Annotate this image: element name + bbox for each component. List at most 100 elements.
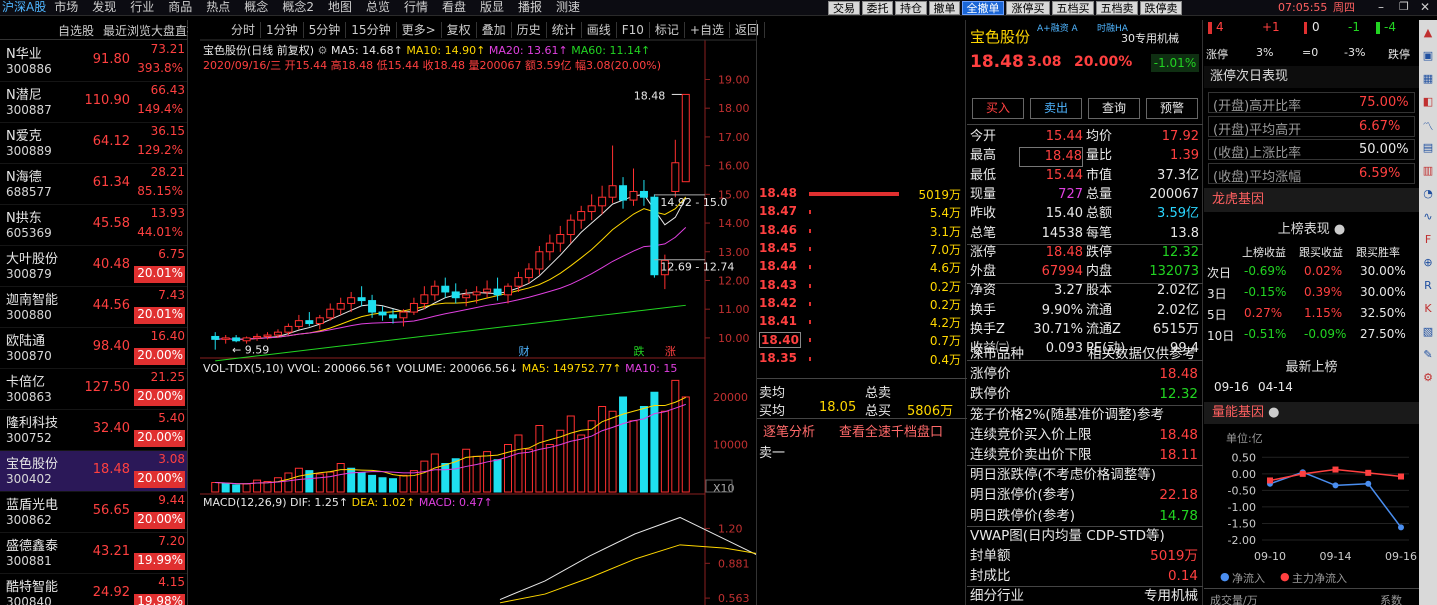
- candle-body[interactable]: [357, 297, 366, 302]
- restore-icon[interactable]: ❐: [1399, 0, 1409, 13]
- candle-body[interactable]: [545, 242, 554, 253]
- trade-button-4[interactable]: 全撤单: [962, 1, 1004, 15]
- trade-button-6[interactable]: 五档买: [1052, 1, 1094, 15]
- trade-button-7[interactable]: 五档卖: [1096, 1, 1138, 15]
- candle-body[interactable]: [399, 311, 408, 319]
- candle-body[interactable]: [284, 325, 293, 333]
- candle-body[interactable]: [305, 320, 314, 325]
- bell-icon[interactable]: ◔: [1420, 187, 1436, 205]
- menu-item-7[interactable]: 概念2: [282, 0, 314, 15]
- stock-row[interactable]: 迦南智能 300880 44.56 7.43 20.01%: [0, 287, 187, 328]
- candle-body[interactable]: [556, 234, 565, 244]
- layers-icon[interactable]: ▤: [1420, 141, 1436, 159]
- orderbook-row[interactable]: 18.48 5019万: [757, 184, 963, 202]
- stock-row[interactable]: 酷特智能 300840 24.92 4.15 19.98%: [0, 574, 187, 605]
- stock-row[interactable]: N海德 688577 61.34 28.21 85.15%: [0, 164, 187, 205]
- candle-body[interactable]: [420, 294, 429, 304]
- orderbook-row[interactable]: 18.42 0.2万: [757, 294, 963, 312]
- close-icon[interactable]: ✕: [1420, 0, 1430, 14]
- menu-item-5[interactable]: 热点: [206, 0, 230, 15]
- tick-analysis-tab[interactable]: 逐笔分析: [763, 421, 815, 440]
- window-icon[interactable]: ▣: [1420, 49, 1436, 67]
- candle-body[interactable]: [253, 335, 262, 339]
- stock-row[interactable]: 宝色股份 300402 18.48 3.08 20.00%: [0, 451, 187, 492]
- candle-body[interactable]: [242, 337, 251, 342]
- stock-row[interactable]: N拱东 605369 45.58 13.93 44.01%: [0, 205, 187, 246]
- candle-body[interactable]: [608, 185, 617, 198]
- menu-item-13[interactable]: 播报: [518, 0, 542, 15]
- candle-body[interactable]: [472, 291, 481, 296]
- chart-icon[interactable]: ◧: [1420, 95, 1436, 113]
- menu-item-3[interactable]: 行业: [130, 0, 154, 15]
- candle-body[interactable]: [336, 302, 345, 310]
- alert-button[interactable]: 预警: [1146, 98, 1198, 119]
- rsi-icon[interactable]: R: [1420, 279, 1436, 297]
- trade-button-5[interactable]: 涨停买: [1006, 1, 1050, 15]
- buy-button[interactable]: 买入: [972, 98, 1024, 119]
- orderbook-row[interactable]: 18.40 0.7万: [757, 330, 963, 349]
- trade-button-2[interactable]: 持仓: [895, 1, 927, 15]
- trade-button-8[interactable]: 跌停卖: [1140, 1, 1182, 15]
- sell-button[interactable]: 卖出: [1030, 98, 1082, 119]
- candle-body[interactable]: [273, 331, 282, 336]
- trade-button-1[interactable]: 委托: [862, 1, 893, 15]
- orderbook-row[interactable]: 18.41 4.2万: [757, 312, 963, 330]
- orderbook-row[interactable]: 18.44 4.6万: [757, 257, 963, 275]
- candle-body[interactable]: [639, 190, 648, 198]
- bar-icon[interactable]: ▥: [1420, 164, 1436, 182]
- stock-row[interactable]: N华业 300886 91.80 73.21 393.8%: [0, 41, 187, 82]
- candle-body[interactable]: [378, 311, 387, 316]
- candle-body[interactable]: [232, 337, 241, 342]
- candle-body[interactable]: [483, 288, 492, 293]
- stock-row[interactable]: 欧陆通 300870 98.40 16.40 20.00%: [0, 328, 187, 369]
- trade-button-3[interactable]: 撤单: [929, 1, 960, 15]
- tab-recent[interactable]: 最近浏览: [103, 22, 151, 39]
- candle-body[interactable]: [221, 337, 230, 340]
- candle-body[interactable]: [598, 196, 607, 207]
- candle-body[interactable]: [388, 314, 397, 319]
- candle-body[interactable]: [650, 196, 659, 276]
- grid-icon[interactable]: ▦: [1420, 72, 1436, 90]
- stock-row[interactable]: 盛德鑫泰 300881 43.21 7.20 19.99%: [0, 533, 187, 574]
- menu-item-9[interactable]: 总览: [366, 0, 390, 15]
- menu-item-14[interactable]: 测速: [556, 0, 580, 15]
- candle-body[interactable]: [577, 211, 586, 221]
- candle-body[interactable]: [566, 219, 575, 236]
- orderbook-row[interactable]: 18.45 7.0万: [757, 239, 963, 257]
- f10-icon[interactable]: F: [1420, 233, 1436, 251]
- menu-item-11[interactable]: 看盘: [442, 0, 466, 15]
- candle-body[interactable]: [441, 285, 450, 293]
- trade-button-0[interactable]: 交易: [828, 1, 860, 15]
- menu-item-6[interactable]: 概念: [244, 0, 268, 15]
- menu-item-4[interactable]: 商品: [168, 0, 192, 15]
- candle-body[interactable]: [263, 334, 272, 337]
- candle-body[interactable]: [315, 317, 324, 325]
- candle-body[interactable]: [430, 285, 439, 296]
- stock-row[interactable]: 蓝盾光电 300862 56.65 9.44 20.00%: [0, 492, 187, 533]
- candle-body[interactable]: [587, 205, 596, 213]
- candle-body[interactable]: [681, 93, 690, 183]
- kline-chart[interactable]: 19.0018.0017.0016.0015.0014.0013.0012.00…: [200, 20, 756, 605]
- candle-body[interactable]: [619, 185, 628, 201]
- candle-body[interactable]: [326, 308, 335, 319]
- minimize-icon[interactable]: –: [1378, 0, 1384, 14]
- depth-view-tab[interactable]: 查看全速千档盘口: [839, 421, 943, 440]
- menu-item-8[interactable]: 地图: [328, 0, 352, 15]
- candle-body[interactable]: [462, 294, 471, 299]
- orderbook-row[interactable]: 18.35 0.4万: [757, 349, 963, 367]
- menu-item-10[interactable]: 行情: [404, 0, 428, 15]
- menu-item-2[interactable]: 发现: [92, 0, 116, 15]
- candle-body[interactable]: [629, 190, 638, 201]
- orderbook-row[interactable]: 18.47 5.4万: [757, 202, 963, 220]
- arrow-up-icon[interactable]: ▲: [1420, 26, 1436, 44]
- candle-body[interactable]: [504, 285, 513, 296]
- tab-live[interactable]: 大盘直播: [151, 22, 188, 39]
- candle-body[interactable]: [671, 162, 680, 192]
- line-icon[interactable]: ∿: [1420, 210, 1436, 228]
- menu-item-1[interactable]: 市场: [54, 0, 78, 15]
- candle-body[interactable]: [211, 335, 220, 340]
- menu-item-12[interactable]: 版显: [480, 0, 504, 15]
- stock-row[interactable]: N爱克 300889 64.12 36.15 129.2%: [0, 123, 187, 164]
- candle-body[interactable]: [524, 268, 533, 279]
- tab-watchlist[interactable]: 自选股: [58, 22, 94, 39]
